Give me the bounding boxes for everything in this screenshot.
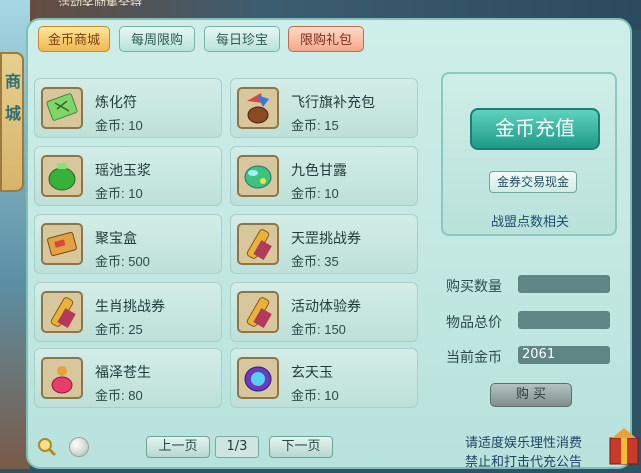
- tab-daily-treasure[interactable]: 每日珍宝: [204, 26, 280, 52]
- item-name: 玄天玉: [291, 364, 333, 380]
- notice-rational-spending[interactable]: 请适度娱乐理性消费: [465, 432, 582, 451]
- prev-page-button[interactable]: 上一页: [146, 436, 210, 458]
- shop-item[interactable]: 飞行旗补充包 金币: 15: [230, 78, 418, 138]
- shop-item[interactable]: 炼化符 金币: 10: [34, 78, 222, 138]
- total-price-field: [518, 311, 610, 329]
- gift-box-icon[interactable]: [606, 420, 641, 469]
- item-price: 金币: 15: [291, 118, 339, 133]
- jade-pot-icon: [41, 155, 83, 197]
- item-name: 九色甘露: [291, 162, 347, 178]
- item-price: 金币: 35: [291, 254, 339, 269]
- current-gold-label: 当前金币: [446, 349, 502, 365]
- shop-item[interactable]: 聚宝盒 金币: 500: [34, 214, 222, 274]
- item-name: 福泽苍生: [95, 364, 151, 380]
- side-nav-char: 城: [4, 106, 21, 123]
- item-price: 金币: 80: [95, 388, 143, 403]
- shop-item[interactable]: 活动体验券 金币: 150: [230, 282, 418, 342]
- item-name: 聚宝盒: [95, 230, 137, 246]
- dew-gem-icon: [237, 155, 279, 197]
- treasure-box-icon: [41, 223, 83, 265]
- side-nav-char: 商: [4, 74, 21, 91]
- flag-bag-icon: [237, 87, 279, 129]
- item-name: 天罡挑战券: [291, 230, 361, 246]
- search-icon[interactable]: [37, 437, 57, 457]
- item-price: 金币: 10: [95, 186, 143, 201]
- page-indicator: 1/3: [215, 436, 259, 458]
- notice-anti-proxy[interactable]: 禁止和打击代充公告: [465, 451, 582, 470]
- scroll-icon: [41, 291, 83, 333]
- item-price: 金币: 500: [95, 254, 150, 269]
- side-nav-mall[interactable]: 商 城: [0, 52, 24, 192]
- quantity-input[interactable]: [518, 275, 610, 293]
- shop-item[interactable]: 生肖挑战券 金币: 25: [34, 282, 222, 342]
- next-page-button[interactable]: 下一页: [269, 436, 333, 458]
- toggle-dot[interactable]: [69, 437, 89, 457]
- shop-item[interactable]: 福泽苍生 金币: 80: [34, 348, 222, 408]
- tab-weekly-limit[interactable]: 每周限购: [119, 26, 195, 52]
- top-banner-text: 活动奖励集全特: [58, 0, 258, 6]
- scroll-icon: [237, 223, 279, 265]
- item-name: 活动体验券: [291, 298, 361, 314]
- item-price: 金币: 10: [95, 118, 143, 133]
- gourd-icon: [41, 357, 83, 399]
- item-price: 金币: 10: [291, 186, 339, 201]
- alliance-points-link[interactable]: 战盟点数相关: [491, 211, 569, 230]
- item-grid: 炼化符 金币: 10 飞行旗补充包 金币: 15 瑶池玉浆 金币: 10 九色甘…: [34, 70, 426, 408]
- item-name: 生肖挑战券: [95, 298, 165, 314]
- shop-item[interactable]: 玄天玉 金币: 10: [230, 348, 418, 408]
- tab-gold-mall[interactable]: 金币商城: [38, 26, 110, 52]
- item-name: 瑶池玉浆: [95, 162, 151, 178]
- item-price: 金币: 25: [95, 322, 143, 337]
- total-price-label: 物品总价: [446, 314, 502, 330]
- item-name: 飞行旗补充包: [291, 94, 375, 110]
- shop-item[interactable]: 瑶池玉浆 金币: 10: [34, 146, 222, 206]
- scroll-icon: [237, 291, 279, 333]
- buy-button[interactable]: 购 买: [490, 383, 572, 407]
- quantity-label: 购买数量: [446, 278, 502, 294]
- gold-recharge-button[interactable]: 金币充值: [470, 108, 600, 150]
- shop-item[interactable]: 九色甘露 金币: 10: [230, 146, 418, 206]
- jade-icon: [237, 357, 279, 399]
- talisman-icon: [41, 87, 83, 129]
- shop-item[interactable]: 天罡挑战券 金币: 35: [230, 214, 418, 274]
- current-gold-field: 2061: [518, 346, 610, 364]
- voucher-exchange-button[interactable]: 金券交易现金: [489, 171, 577, 193]
- item-name: 炼化符: [95, 94, 137, 110]
- tab-limited-gift[interactable]: 限购礼包: [288, 26, 364, 52]
- item-price: 金币: 150: [291, 322, 346, 337]
- item-price: 金币: 10: [291, 388, 339, 403]
